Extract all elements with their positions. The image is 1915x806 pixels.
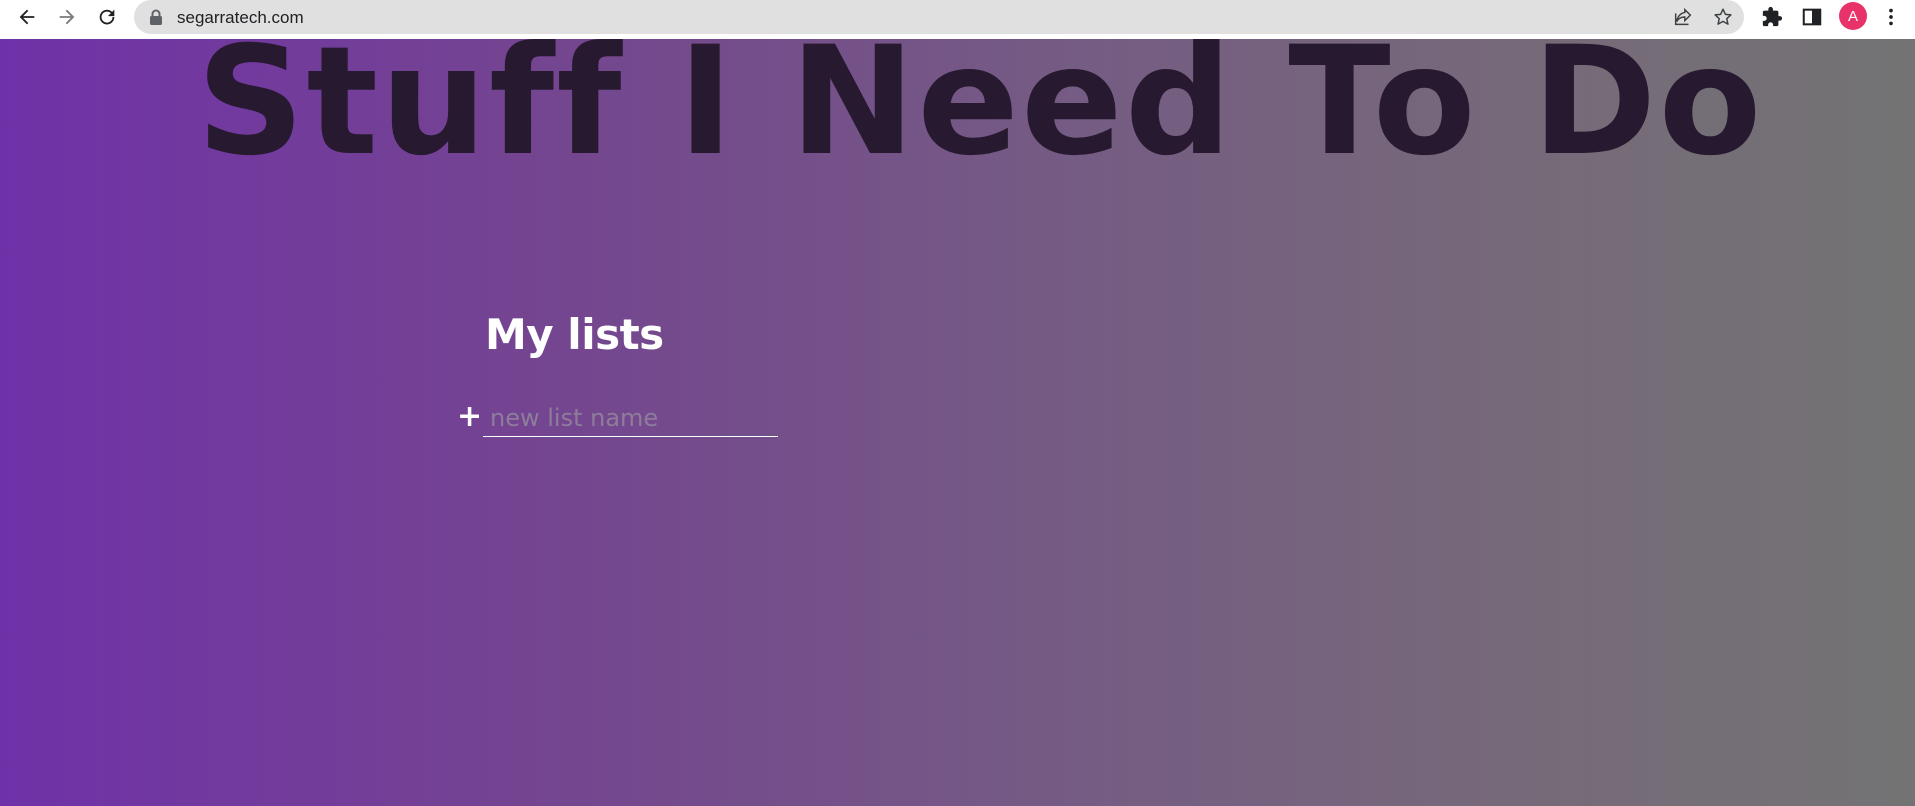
- side-panel-icon: [1802, 8, 1822, 26]
- browser-toolbar: segarratech.com A: [0, 0, 1915, 39]
- share-icon[interactable]: [1672, 6, 1694, 28]
- forward-arrow-icon: [59, 9, 75, 25]
- side-panel-button[interactable]: [1800, 5, 1824, 29]
- reload-icon: [99, 9, 115, 25]
- extensions-button[interactable]: [1760, 5, 1784, 29]
- lists-heading: My lists: [485, 310, 664, 359]
- page-title: Stuff I Need To Do: [196, 39, 1764, 189]
- new-list-input[interactable]: [483, 399, 778, 437]
- lock-icon: [150, 9, 162, 25]
- back-button[interactable]: [10, 0, 44, 34]
- menu-dots-icon: [1889, 8, 1893, 26]
- browser-menu-button[interactable]: [1879, 5, 1903, 29]
- back-arrow-icon: [19, 9, 35, 25]
- extensions-icon: [1762, 6, 1783, 27]
- star-icon[interactable]: [1712, 6, 1734, 28]
- page-content: Stuff I Need To Do My lists +: [0, 39, 1915, 806]
- add-list-icon[interactable]: +: [457, 402, 482, 432]
- url-text[interactable]: segarratech.com: [177, 8, 304, 28]
- address-bar[interactable]: segarratech.com: [134, 0, 1744, 34]
- avatar-initial: A: [1847, 7, 1858, 25]
- reload-button[interactable]: [90, 0, 124, 34]
- forward-button[interactable]: [50, 0, 84, 34]
- profile-avatar[interactable]: A: [1839, 2, 1867, 30]
